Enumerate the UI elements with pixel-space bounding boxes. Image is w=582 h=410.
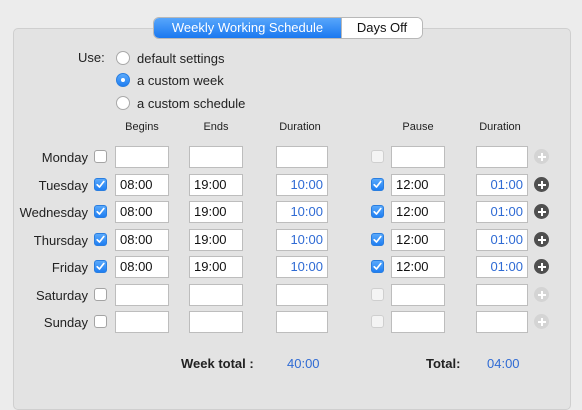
- header-pause: Pause: [402, 121, 434, 133]
- day-label-sunday: Sunday: [43, 315, 88, 330]
- day-label-saturday: Saturday: [35, 288, 88, 303]
- pause-field-tuesday[interactable]: 12:00: [391, 174, 445, 196]
- duration-field-tuesday: 10:00: [276, 174, 328, 196]
- ends-field-thursday[interactable]: 19:00: [189, 229, 243, 251]
- pause-duration-field-monday: [476, 146, 528, 168]
- begins-field-monday[interactable]: [115, 146, 169, 168]
- begins-field-wednesday[interactable]: 08:00: [115, 201, 169, 223]
- pause-field-wednesday[interactable]: 12:00: [391, 201, 445, 223]
- header-ends: Ends: [203, 121, 229, 133]
- pause-field-monday[interactable]: [391, 146, 445, 168]
- header-duration: Duration: [279, 121, 321, 133]
- duration-field-monday: [276, 146, 328, 168]
- pause-duration-field-friday: 01:00: [476, 256, 528, 278]
- pause-duration-field-saturday: [476, 284, 528, 306]
- ends-field-saturday[interactable]: [189, 284, 243, 306]
- pause-checkbox-wednesday[interactable]: [371, 205, 384, 218]
- radio-custom-schedule[interactable]: [116, 96, 130, 110]
- day-label-tuesday: Tuesday: [38, 178, 88, 193]
- duration-field-wednesday: 10:00: [276, 201, 328, 223]
- pause-checkbox-friday[interactable]: [371, 260, 384, 273]
- begins-field-thursday[interactable]: 08:00: [115, 229, 169, 251]
- add-pause-icon-monday[interactable]: [534, 149, 549, 164]
- use-label: Use:: [78, 50, 105, 65]
- ends-field-sunday[interactable]: [189, 311, 243, 333]
- radio-custom-schedule-label[interactable]: a custom schedule: [137, 96, 245, 111]
- radio-custom-week-label[interactable]: a custom week: [137, 73, 224, 88]
- pause-duration-field-tuesday: 01:00: [476, 174, 528, 196]
- radio-custom-week[interactable]: [116, 73, 130, 87]
- day-label-thursday: Thursday: [33, 233, 88, 248]
- header-begins: Begins: [125, 121, 159, 133]
- ends-field-wednesday[interactable]: 19:00: [189, 201, 243, 223]
- duration-field-sunday: [276, 311, 328, 333]
- pause-checkbox-tuesday[interactable]: [371, 178, 384, 191]
- pause-checkbox-sunday[interactable]: [371, 315, 384, 328]
- tab-days-off[interactable]: Days Off: [341, 18, 422, 38]
- radio-default-settings[interactable]: [116, 51, 130, 65]
- pause-duration-field-thursday: 01:00: [476, 229, 528, 251]
- day-enabled-checkbox-friday[interactable]: [94, 260, 107, 273]
- pause-field-saturday[interactable]: [391, 284, 445, 306]
- radio-default-settings-label[interactable]: default settings: [137, 51, 224, 66]
- add-pause-icon-friday[interactable]: [534, 259, 549, 274]
- begins-field-friday[interactable]: 08:00: [115, 256, 169, 278]
- pause-duration-field-sunday: [476, 311, 528, 333]
- add-pause-icon-saturday[interactable]: [534, 287, 549, 302]
- day-label-wednesday: Wednesday: [19, 205, 88, 220]
- add-pause-icon-thursday[interactable]: [534, 232, 549, 247]
- day-enabled-checkbox-wednesday[interactable]: [94, 205, 107, 218]
- header-pause-duration: Duration: [479, 121, 521, 133]
- add-pause-icon-wednesday[interactable]: [534, 204, 549, 219]
- day-enabled-checkbox-saturday[interactable]: [94, 288, 107, 301]
- ends-field-monday[interactable]: [189, 146, 243, 168]
- duration-field-thursday: 10:00: [276, 229, 328, 251]
- tab-weekly-working-schedule[interactable]: Weekly Working Schedule: [154, 18, 341, 38]
- day-enabled-checkbox-sunday[interactable]: [94, 315, 107, 328]
- ends-field-friday[interactable]: 19:00: [189, 256, 243, 278]
- pause-checkbox-monday[interactable]: [371, 150, 384, 163]
- ends-field-tuesday[interactable]: 19:00: [189, 174, 243, 196]
- add-pause-icon-tuesday[interactable]: [534, 177, 549, 192]
- duration-field-friday: 10:00: [276, 256, 328, 278]
- begins-field-sunday[interactable]: [115, 311, 169, 333]
- week-total-value: 40:00: [287, 356, 320, 371]
- total-value: 04:00: [487, 356, 520, 371]
- pause-duration-field-wednesday: 01:00: [476, 201, 528, 223]
- pause-checkbox-thursday[interactable]: [371, 233, 384, 246]
- pause-field-sunday[interactable]: [391, 311, 445, 333]
- day-label-monday: Monday: [41, 150, 88, 165]
- day-label-friday: Friday: [51, 260, 88, 275]
- day-enabled-checkbox-monday[interactable]: [94, 150, 107, 163]
- day-enabled-checkbox-thursday[interactable]: [94, 233, 107, 246]
- duration-field-saturday: [276, 284, 328, 306]
- add-pause-icon-sunday[interactable]: [534, 314, 549, 329]
- total-label: Total:: [426, 356, 461, 371]
- pause-field-thursday[interactable]: 12:00: [391, 229, 445, 251]
- day-enabled-checkbox-tuesday[interactable]: [94, 178, 107, 191]
- pause-checkbox-saturday[interactable]: [371, 288, 384, 301]
- pause-field-friday[interactable]: 12:00: [391, 256, 445, 278]
- week-total-label: Week total :: [181, 356, 254, 371]
- tab-bar: Weekly Working Schedule Days Off: [154, 18, 422, 38]
- begins-field-tuesday[interactable]: 08:00: [115, 174, 169, 196]
- begins-field-saturday[interactable]: [115, 284, 169, 306]
